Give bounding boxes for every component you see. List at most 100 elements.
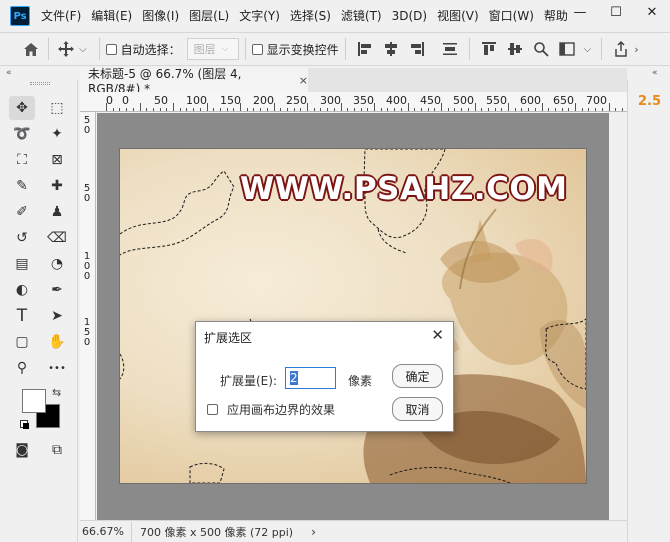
vertical-ruler[interactable]: 5 0 5 0 1 0 0 1 5 0 xyxy=(80,112,96,520)
chevron-right-icon[interactable]: › xyxy=(634,43,638,56)
menu-type[interactable]: 文字(Y) xyxy=(234,0,285,32)
home-icon[interactable] xyxy=(20,38,42,60)
ruler-tick xyxy=(340,103,342,111)
blur-tool-icon[interactable]: ◔ xyxy=(44,252,70,276)
expand-amount-input[interactable] xyxy=(285,367,336,389)
cancel-button[interactable]: 取消 xyxy=(392,397,443,421)
checkbox-box[interactable] xyxy=(207,404,218,415)
close-window-button[interactable]: ✕ xyxy=(634,0,670,24)
ruler-tick xyxy=(414,108,416,111)
align-middle-icon[interactable] xyxy=(507,41,523,57)
apply-canvas-edge-checkbox[interactable]: 应用画布边界的效果 xyxy=(207,401,335,418)
healing-brush-tool-icon[interactable]: ✚ xyxy=(44,174,70,198)
maximize-button[interactable]: ☐ xyxy=(598,0,634,24)
collapse-panels-icon[interactable]: « xyxy=(652,68,658,78)
ruler-label: 0 xyxy=(83,125,91,136)
marquee-tool-icon[interactable]: ⬚ xyxy=(44,96,70,120)
collapse-toolbar-icon[interactable]: « xyxy=(6,68,12,78)
align-right-icon[interactable] xyxy=(409,41,425,57)
canvas-scroll-area[interactable] xyxy=(609,113,627,520)
ruler-tick xyxy=(427,108,429,111)
frame-tool-icon[interactable]: ⊠ xyxy=(44,148,70,172)
ruler-tick xyxy=(568,108,570,111)
menu-image[interactable]: 图像(I) xyxy=(137,0,184,32)
canvas-workspace[interactable]: WWW.PSAHZ.COM xyxy=(97,113,609,520)
ruler-label: 100 xyxy=(186,94,207,107)
move-tool-icon[interactable] xyxy=(55,38,77,60)
close-icon[interactable]: ✕ xyxy=(431,326,444,344)
horizontal-ruler[interactable]: 0 0 50 100 150 200 250 300 350 400 450 5… xyxy=(80,92,627,112)
document-canvas[interactable]: WWW.PSAHZ.COM xyxy=(120,149,586,483)
distribute-icon[interactable] xyxy=(442,41,458,57)
divider xyxy=(601,38,603,60)
align-top-icon[interactable] xyxy=(481,41,497,57)
gradient-tool-icon[interactable]: ▤ xyxy=(9,252,35,276)
ruler-tick xyxy=(132,108,134,111)
foreground-color-swatch[interactable] xyxy=(22,389,46,413)
menu-filter[interactable]: 滤镜(T) xyxy=(336,0,387,32)
shape-tool-icon[interactable]: ▢ xyxy=(9,330,35,354)
auto-select-checkbox[interactable]: 自动选择： xyxy=(105,41,181,58)
eyedropper-tool-icon[interactable]: ✎ xyxy=(9,174,35,198)
zoom-level-field[interactable]: 66.67% xyxy=(80,521,132,542)
crop-tool-icon[interactable]: ⛶ xyxy=(9,148,35,172)
ruler-tick xyxy=(307,103,308,111)
swap-colors-icon[interactable]: ⇆ xyxy=(52,386,61,399)
clone-stamp-tool-icon[interactable]: ♟ xyxy=(44,200,70,224)
align-center-icon[interactable] xyxy=(383,41,399,57)
ruler-tick xyxy=(394,108,396,111)
ruler-tick xyxy=(313,108,315,111)
workspace-icon[interactable] xyxy=(558,41,575,57)
type-tool-icon[interactable]: T xyxy=(9,304,35,328)
menu-edit[interactable]: 编辑(E) xyxy=(86,0,137,32)
eraser-tool-icon[interactable]: ⌫ xyxy=(44,226,70,250)
chevron-down-icon[interactable]: ⌵ xyxy=(584,44,592,55)
status-menu-icon[interactable]: › xyxy=(311,525,316,539)
brush-tool-icon[interactable]: ✐ xyxy=(9,200,35,224)
menu-layer[interactable]: 图层(L) xyxy=(184,0,234,32)
minimize-button[interactable]: — xyxy=(562,0,598,24)
ruler-label: 650 xyxy=(553,94,574,107)
magic-wand-tool-icon[interactable]: ✦ xyxy=(44,122,70,146)
ok-button[interactable]: 确定 xyxy=(392,364,443,388)
chevron-down-icon[interactable]: ⌵ xyxy=(79,44,87,55)
checkbox-box[interactable] xyxy=(105,43,117,55)
menu-window[interactable]: 窗口(W) xyxy=(484,0,539,32)
lasso-tool-icon[interactable]: ➰ xyxy=(9,122,35,146)
dodge-tool-icon[interactable]: ◐ xyxy=(9,278,35,302)
quick-mask-icon[interactable]: ◙ xyxy=(9,438,35,462)
align-left-icon[interactable] xyxy=(357,41,373,57)
ruler-tick xyxy=(420,108,422,111)
ruler-tick xyxy=(273,103,275,111)
ruler-tick xyxy=(320,108,322,111)
default-colors-icon[interactable] xyxy=(20,420,29,429)
menu-view[interactable]: 视图(V) xyxy=(432,0,484,32)
checkbox-box[interactable] xyxy=(251,43,263,55)
ruler-tick xyxy=(173,103,174,111)
ruler-tick xyxy=(139,103,141,111)
ruler-label: 0 xyxy=(83,271,91,282)
pen-tool-icon[interactable]: ✒ xyxy=(44,278,70,302)
ruler-tick xyxy=(387,108,389,111)
more-tools-icon[interactable]: ••• xyxy=(44,356,70,380)
move-tool-icon[interactable]: ✥ xyxy=(9,96,35,120)
zoom-tool-icon[interactable]: ⚲ xyxy=(9,356,35,380)
close-tab-icon[interactable]: × xyxy=(299,74,308,87)
layer-dropdown[interactable]: 图层 ⌵ xyxy=(186,38,239,60)
ruler-tick xyxy=(595,108,597,111)
screen-mode-icon[interactable]: ⧉ xyxy=(44,438,70,462)
menu-select[interactable]: 选择(S) xyxy=(285,0,336,32)
path-selection-tool-icon[interactable]: ➤ xyxy=(44,304,70,328)
hand-tool-icon[interactable]: ✋ xyxy=(44,330,70,354)
menu-file[interactable]: 文件(F) xyxy=(36,0,86,32)
search-icon[interactable] xyxy=(533,41,549,57)
show-transform-checkbox[interactable]: 显示变换控件 xyxy=(251,41,339,58)
share-icon[interactable] xyxy=(613,41,629,57)
ruler-tick xyxy=(240,103,241,111)
menu-3d[interactable]: 3D(D) xyxy=(387,0,432,32)
history-brush-tool-icon[interactable]: ↺ xyxy=(9,226,35,250)
panel-grip[interactable] xyxy=(30,82,50,85)
document-tab[interactable]: 未标题-5 @ 66.7% (图层 4, RGB/8#) * × xyxy=(80,67,308,96)
ruler-tick xyxy=(106,103,107,111)
photoshop-logo: Ps xyxy=(10,6,30,26)
